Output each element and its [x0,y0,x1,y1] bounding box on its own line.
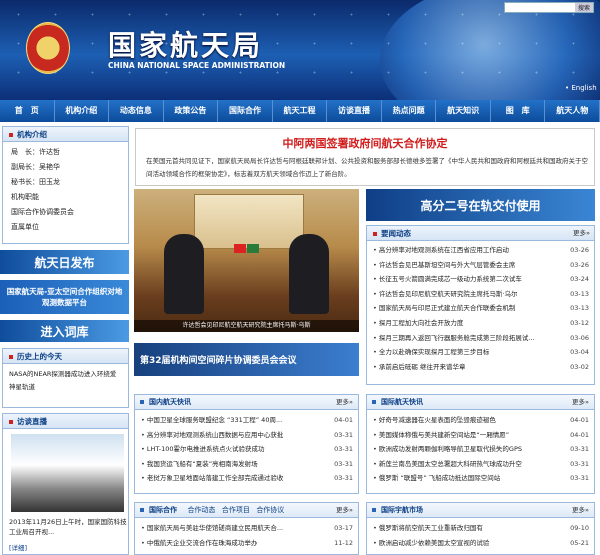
site-title-english: CHINA NATIONAL SPACE ADMINISTRATION [108,61,286,70]
main-nav: 首 页 机构介绍 动态信息 政策公告 国际合作 航天工程 访谈直播 热点问题 航… [0,100,600,122]
interview-more-link[interactable]: [详细] [9,542,27,552]
intl-more-link[interactable]: 更多» [572,395,589,410]
list-item[interactable]: 新莲兰南岛美国太空总署超大科研热气球成功升空03-31 [367,457,594,472]
list-item[interactable]: 好奇号减速器在火星表面的坠毁痕迹褪色04-01 [367,413,594,428]
org-item[interactable]: 秘书长：田玉龙 [3,175,128,190]
list-item[interactable]: 承前启后砥砺 继往开来谱华章03-02 [367,360,594,375]
list-item[interactable]: 俄罗斯将航空航天工业重新改归国有09-10 [367,521,594,536]
history-panel: 历史上的今天 NASA的NEAR探测器成功进入环绕爱神星轨道 [2,348,129,408]
interview-title: 访谈直播 [3,414,128,429]
list-item[interactable]: 长征五号火箭圆满完成芯一级动力系统第二次试车03-24 [367,272,594,287]
gaofen-banner[interactable]: 高分二号在轨交付使用 [366,189,595,221]
intl-news-title: 国际航天快讯 更多» [367,395,594,410]
important-news-panel: 要闻动态更多» 高分辨率对地观测系统在江西省应用工作启动03-26 许达哲会见巴… [366,225,595,385]
headline-text: 在美国元首共同见证下，国家航天局局长许达哲与阿根廷联邦计划、公共投资和服务部部长… [146,157,588,178]
org-item[interactable]: 机构职能 [3,190,128,205]
nav-home[interactable]: 首 页 [0,100,55,122]
nav-news[interactable]: 动态信息 [109,100,164,122]
stars-background [0,0,600,100]
list-item[interactable]: 探月工程加大向社会开放力度03-12 [367,316,594,331]
domestic-news-panel: 国内航天快讯更多» 中国卫星全球服务联盟纪念 “331工程” 40周...04-… [134,394,359,494]
space-day-banner[interactable]: 航天日发布 [0,250,129,274]
flag-icon [234,244,246,253]
nav-projects[interactable]: 航天工程 [273,100,328,122]
market-panel: 国际宇航市场更多» 俄罗斯将航空航天工业重新改归国有09-10 欧洲启动减少依赖… [366,502,595,555]
tab-coop-agreements[interactable]: 合作协议 [256,506,284,514]
flag-icon [247,244,259,253]
nav-policy[interactable]: 政策公告 [164,100,219,122]
list-item[interactable]: 高分辨率对地观测系统山西数据与应用中心获批03-31 [135,428,358,443]
nav-gallery[interactable]: 图 库 [491,100,546,122]
org-item[interactable]: 副局长：吴艳华 [3,160,128,175]
list-item[interactable]: 许达哲会见巴基斯坦空间与外大气层管委会主席03-26 [367,258,594,273]
search-box[interactable]: 搜索 [504,2,594,13]
glossary-banner[interactable]: 进入词库 [0,320,129,342]
list-item[interactable]: 美国媒体称俄与美共建新空间站是“一厢情愿”04-01 [367,428,594,443]
search-button[interactable]: 搜索 [574,3,593,12]
org-item[interactable]: 国际合作协调委员会 [3,205,128,220]
org-title: 机构介绍 [3,127,128,142]
nav-knowledge[interactable]: 航天知识 [436,100,491,122]
headline-title[interactable]: 中阿两国签署政府间航天合作协定 [136,135,594,151]
coop-panel: 国际合作 合作动态 合作项目 合作协议 更多» 国家航天局与美驻华使馆磋商建立民… [134,502,359,555]
english-link[interactable]: • English [565,84,597,92]
nav-intl[interactable]: 国际合作 [218,100,273,122]
important-news-title: 要闻动态 更多» [367,226,594,241]
site-title: 国家航天局 [108,29,264,62]
history-title: 历史上的今天 [3,349,128,364]
headline-panel: 中阿两国签署政府间航天合作协定 在美国元首共同见证下，国家航天局局长许达哲与阿根… [135,128,595,186]
list-item[interactable]: 中国卫星全球服务联盟纪念 “331工程” 40周...04-01 [135,413,358,428]
person-figure [164,234,204,314]
tab-coop-news[interactable]: 合作动态 [187,506,215,514]
list-item[interactable]: 探月三期再入返回飞行器服务舱完成第三阶段拓展试...03-06 [367,331,594,346]
conference-banner[interactable]: 第32届机构间空间碎片协调委员会会议 [134,343,359,376]
list-item[interactable]: 国家航天局与美驻华使馆磋商建立民用航天合...03-17 [135,521,358,536]
org-item[interactable]: 局 长：许达哲 [3,145,128,160]
nav-interview[interactable]: 访谈直播 [327,100,382,122]
person-figure [289,234,329,314]
intl-news-panel: 国际航天快讯更多» 好奇号减速器在火星表面的坠毁痕迹褪色04-01 美国媒体称俄… [366,394,595,494]
national-emblem-icon [26,22,70,74]
site-header: 国家航天局 CHINA NATIONAL SPACE ADMINISTRATIO… [0,0,600,100]
market-title: 国际宇航市场 更多» [367,503,594,518]
list-item[interactable]: 中俄航天企业交流合作在珠海成功举办11-12 [135,536,358,551]
nav-hot[interactable]: 热点问题 [382,100,437,122]
market-more-link[interactable]: 更多» [572,503,589,518]
nav-people[interactable]: 航天人物 [545,100,600,122]
list-item[interactable]: 欧洲成功发射两颗伽利略导航卫星取代损失的GPS03-31 [367,442,594,457]
list-item[interactable]: 许达哲会见印尼航空航天研究院主席托马斯·乌尔03-13 [367,287,594,302]
coop-title: 国际合作 合作动态 合作项目 合作协议 更多» [135,503,358,518]
interview-caption: 2013年11月26日上午时，国家国防科技工业局召开视... [9,518,127,536]
list-item[interactable]: 俄罗斯 “联盟号” 飞船成功抵达国际空间站03-31 [367,471,594,486]
domestic-news-title: 国内航天快讯 更多» [135,395,358,410]
org-item[interactable]: 直属单位 [3,220,128,235]
list-item[interactable]: 老挝万象卫星地面站落建工作全部完成通过验收03-31 [135,471,358,486]
list-item[interactable]: LHT-100霍尔电推进系统点火试验获成功03-31 [135,442,358,457]
list-item[interactable]: 高分辨率对地观测系统在江西省应用工作启动03-26 [367,243,594,258]
interview-image[interactable] [11,434,124,512]
list-item[interactable]: 欧洲启动减少依赖美国太空宣视的试验05-21 [367,536,594,551]
coop-more-link[interactable]: 更多» [336,503,353,518]
list-item[interactable]: 全力以赴确保实现探月工程第三步目标03-04 [367,345,594,360]
domestic-more-link[interactable]: 更多» [336,395,353,410]
nav-org[interactable]: 机构介绍 [55,100,110,122]
news-photo[interactable]: 许达哲会见印尼航空航天研究院主席托马斯·乌斯 [134,189,359,332]
important-more-link[interactable]: 更多» [573,226,590,241]
list-item[interactable]: 我国货运飞船有“夏装”亮相南海发射场03-31 [135,457,358,472]
tab-coop-projects[interactable]: 合作项目 [222,506,250,514]
interview-panel: 访谈直播 2013年11月26日上午时，国家国防科技工业局召开视... [详细] [2,413,129,555]
photo-caption: 许达哲会见印尼航空航天研究院主席托马斯·乌斯 [134,320,359,332]
list-item[interactable]: 国家航天局与印尼正式建立航天合作联委会机制03-13 [367,301,594,316]
screen-image [194,194,304,249]
data-platform-banner[interactable]: 国家航天局-亚太空间合作组织对地观测数据平台 [0,280,129,314]
org-panel: 机构介绍 局 长：许达哲 副局长：吴艳华 秘书长：田玉龙 机构职能 国际合作协调… [2,126,129,244]
history-text[interactable]: NASA的NEAR探测器成功进入环绕爱神星轨道 [3,364,128,398]
